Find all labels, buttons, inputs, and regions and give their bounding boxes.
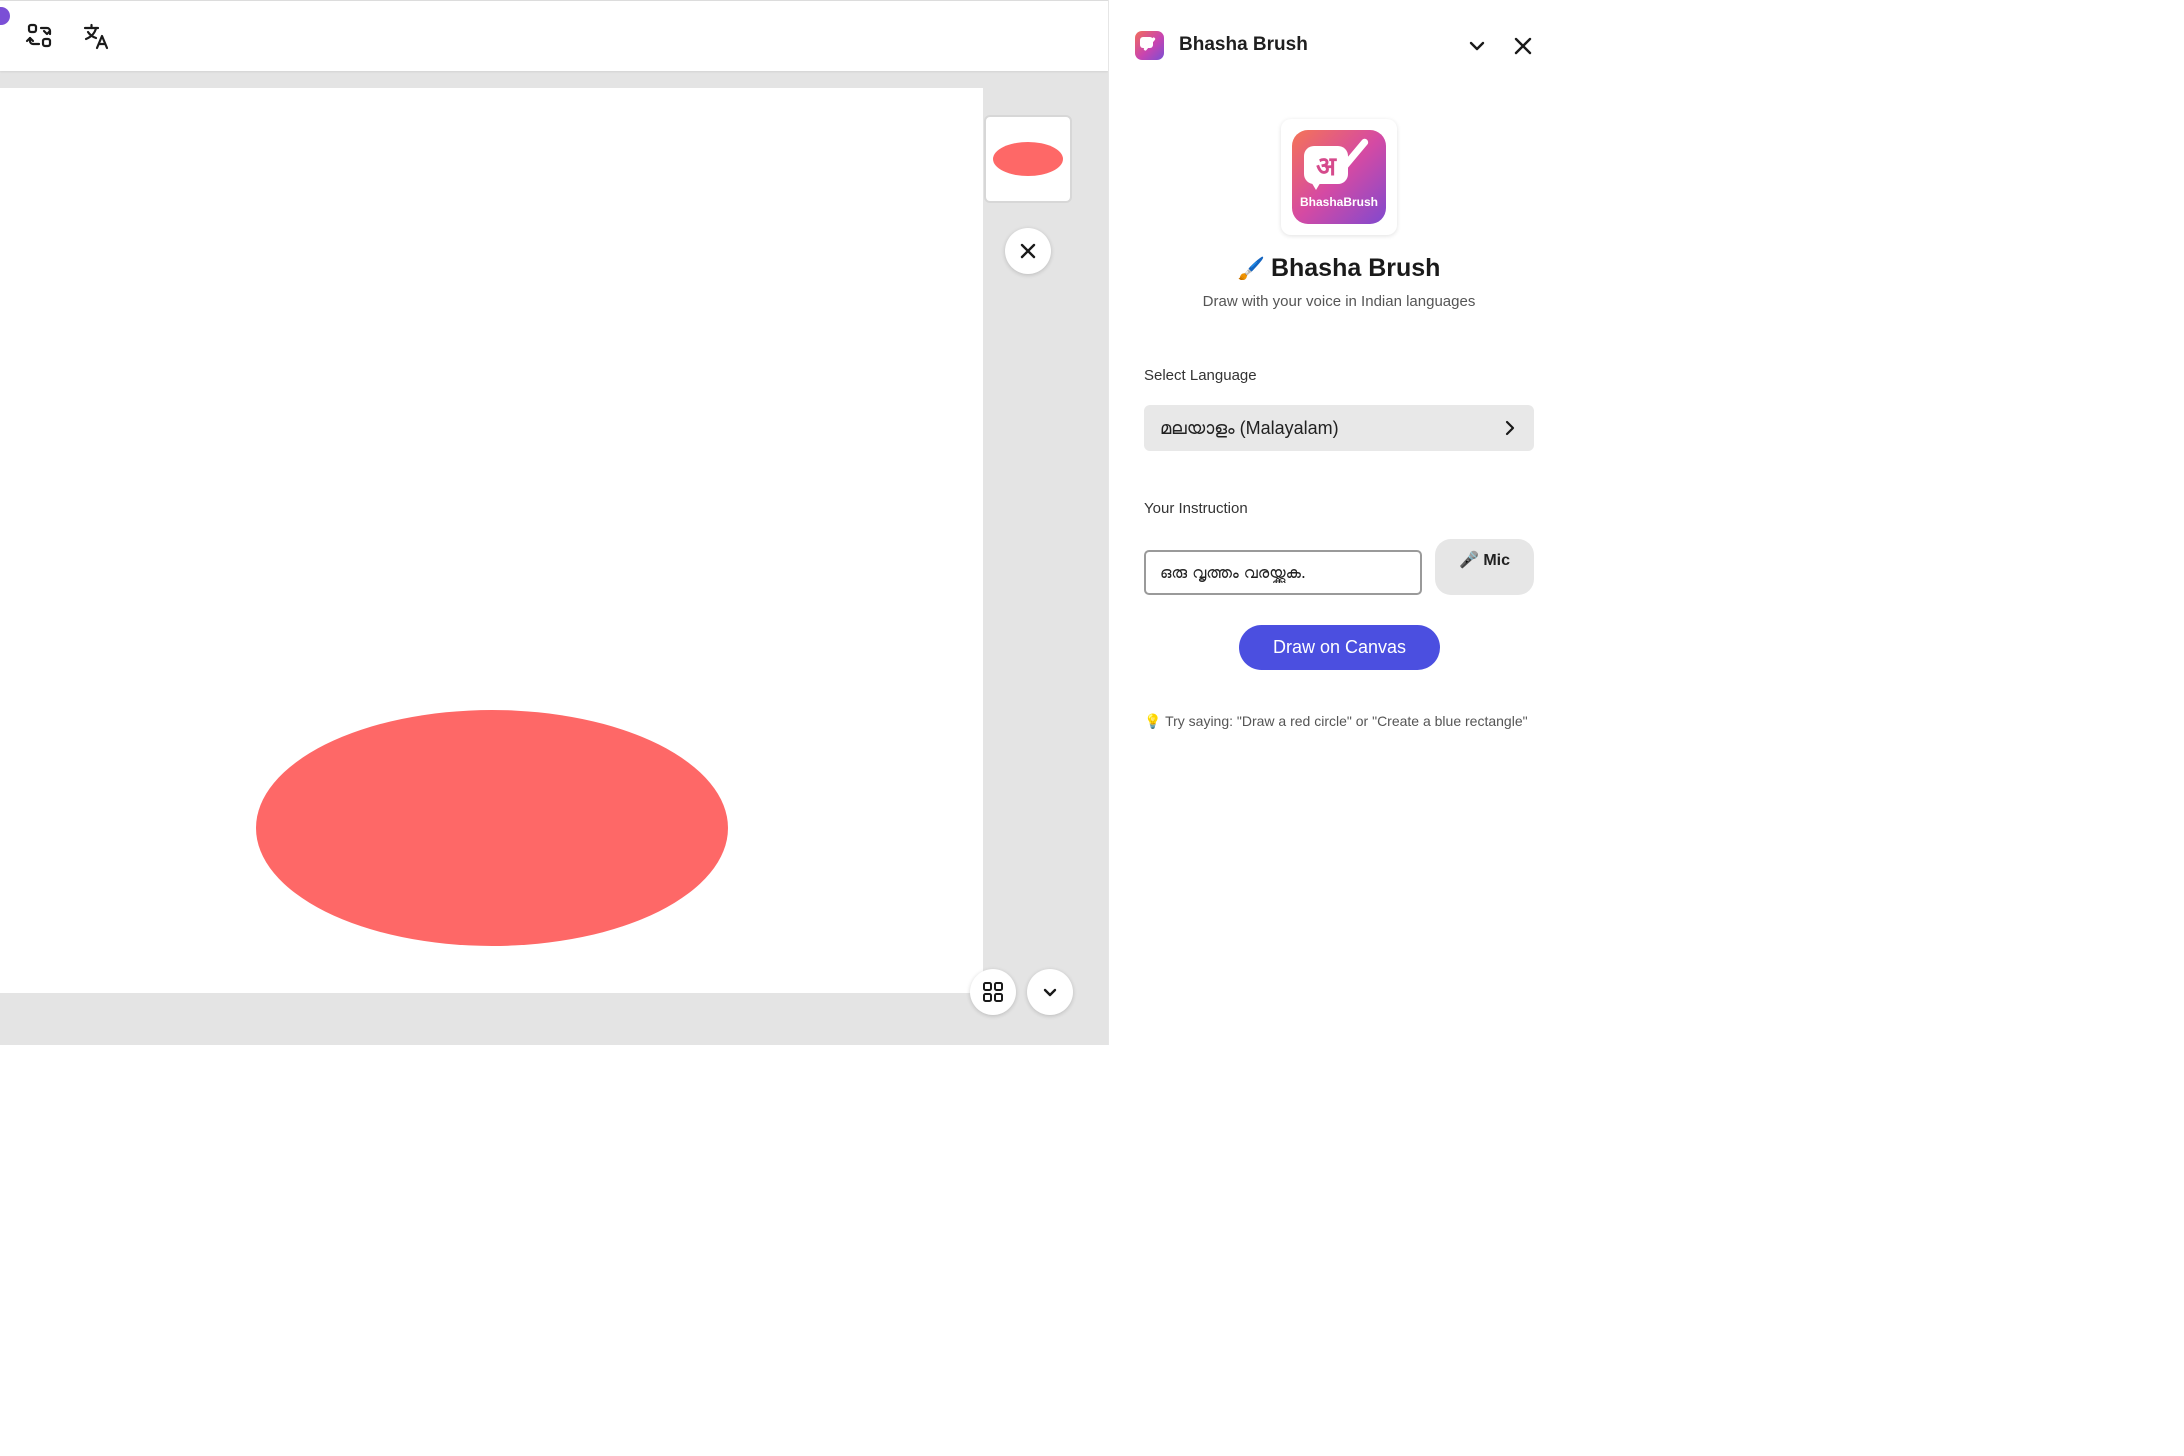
- mic-button[interactable]: 🎤 Mic: [1435, 539, 1534, 595]
- page-thumbnail[interactable]: [984, 115, 1072, 203]
- app-heading: 🖌️ Bhasha Brush: [1109, 254, 1569, 283]
- editor-area: [0, 0, 1108, 1045]
- app-logo-card: अ BhashaBrush: [1281, 119, 1397, 235]
- top-toolbar: [0, 0, 1108, 71]
- panel-title: Bhasha Brush: [1179, 34, 1308, 55]
- bhasha-brush-logo-icon: [1135, 31, 1164, 60]
- language-label: Select Language: [1144, 367, 1257, 384]
- bhasha-brush-panel: Bhasha Brush अ BhashaBrush 🖌️ Bhasha Brus…: [1108, 0, 1568, 1045]
- close-panel-button[interactable]: [1510, 33, 1536, 59]
- grid-view-button[interactable]: [970, 969, 1016, 1015]
- paintbrush-icon: 🖌️: [1237, 256, 1265, 281]
- app-heading-text: Bhasha Brush: [1270, 254, 1441, 282]
- draw-on-canvas-button[interactable]: Draw on Canvas: [1239, 625, 1440, 670]
- collapse-panel-button[interactable]: [1464, 33, 1490, 59]
- language-select[interactable]: മലയാളം (Malayalam): [1144, 405, 1534, 451]
- grid-icon: [983, 982, 1003, 1002]
- language-value: മലയാളം (Malayalam): [1160, 417, 1339, 438]
- close-page-button[interactable]: [1005, 228, 1051, 274]
- red-ellipse-shape[interactable]: [256, 710, 728, 946]
- translate-icon[interactable]: [80, 19, 114, 53]
- close-icon: [1514, 37, 1532, 55]
- logo-brand-text: BhashaBrush: [1299, 195, 1379, 209]
- chevron-down-icon: [1469, 41, 1485, 51]
- drawing-canvas[interactable]: [0, 88, 983, 993]
- close-icon: [1020, 243, 1036, 259]
- chevron-down-icon: [1043, 988, 1057, 997]
- instruction-label: Your Instruction: [1144, 500, 1248, 517]
- swap-arrows-icon[interactable]: [23, 19, 57, 53]
- bhasha-brush-app-icon: अ BhashaBrush: [1292, 130, 1386, 224]
- app-badge-icon[interactable]: [0, 7, 10, 25]
- collapse-pages-button[interactable]: [1027, 969, 1073, 1015]
- thumbnail-shape: [993, 142, 1063, 176]
- chevron-right-icon: [1505, 420, 1515, 436]
- tip-text: 💡 Try saying: "Draw a red circle" or "Cr…: [1144, 713, 1528, 729]
- instruction-input[interactable]: [1144, 550, 1422, 595]
- panel-header: Bhasha Brush: [1109, 0, 1569, 92]
- app-subtitle: Draw with your voice in Indian languages: [1202, 293, 1476, 310]
